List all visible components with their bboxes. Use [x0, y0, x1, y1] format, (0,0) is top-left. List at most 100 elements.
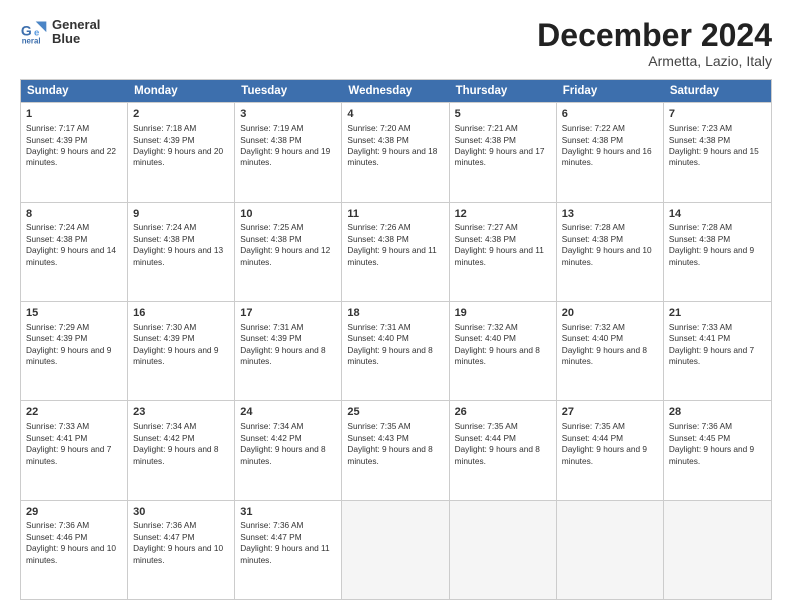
day-number: 9: [133, 207, 229, 222]
calendar-cell: 25Sunrise: 7:35 AMSunset: 4:43 PMDayligh…: [342, 401, 449, 499]
calendar-cell: 22Sunrise: 7:33 AMSunset: 4:41 PMDayligh…: [21, 401, 128, 499]
day-number: 16: [133, 306, 229, 321]
calendar-cell: 1Sunrise: 7:17 AMSunset: 4:39 PMDaylight…: [21, 103, 128, 201]
cell-info: Sunrise: 7:35 AMSunset: 4:44 PMDaylight:…: [562, 421, 647, 465]
cell-info: Sunrise: 7:32 AMSunset: 4:40 PMDaylight:…: [562, 322, 647, 366]
calendar-cell: 7Sunrise: 7:23 AMSunset: 4:38 PMDaylight…: [664, 103, 771, 201]
cell-info: Sunrise: 7:35 AMSunset: 4:44 PMDaylight:…: [455, 421, 540, 465]
cell-info: Sunrise: 7:27 AMSunset: 4:38 PMDaylight:…: [455, 222, 544, 266]
calendar-cell: 16Sunrise: 7:30 AMSunset: 4:39 PMDayligh…: [128, 302, 235, 400]
cell-info: Sunrise: 7:34 AMSunset: 4:42 PMDaylight:…: [240, 421, 325, 465]
day-number: 13: [562, 207, 658, 222]
day-number: 29: [26, 505, 122, 520]
logo-line2: Blue: [52, 32, 100, 46]
day-number: 11: [347, 207, 443, 222]
cell-info: Sunrise: 7:23 AMSunset: 4:38 PMDaylight:…: [669, 123, 759, 167]
day-number: 28: [669, 405, 766, 420]
day-number: 1: [26, 107, 122, 122]
calendar: Sunday Monday Tuesday Wednesday Thursday…: [20, 79, 772, 600]
weekday-thursday: Thursday: [450, 80, 557, 102]
day-number: 5: [455, 107, 551, 122]
day-number: 26: [455, 405, 551, 420]
calendar-cell: 23Sunrise: 7:34 AMSunset: 4:42 PMDayligh…: [128, 401, 235, 499]
day-number: 12: [455, 207, 551, 222]
cell-info: Sunrise: 7:20 AMSunset: 4:38 PMDaylight:…: [347, 123, 437, 167]
calendar-cell: 14Sunrise: 7:28 AMSunset: 4:38 PMDayligh…: [664, 203, 771, 301]
weekday-wednesday: Wednesday: [342, 80, 449, 102]
cell-info: Sunrise: 7:22 AMSunset: 4:38 PMDaylight:…: [562, 123, 652, 167]
calendar-cell: 18Sunrise: 7:31 AMSunset: 4:40 PMDayligh…: [342, 302, 449, 400]
calendar-cell: 20Sunrise: 7:32 AMSunset: 4:40 PMDayligh…: [557, 302, 664, 400]
logo-line1: General: [52, 18, 100, 32]
calendar-cell: 28Sunrise: 7:36 AMSunset: 4:45 PMDayligh…: [664, 401, 771, 499]
calendar-cell: 5Sunrise: 7:21 AMSunset: 4:38 PMDaylight…: [450, 103, 557, 201]
cell-info: Sunrise: 7:18 AMSunset: 4:39 PMDaylight:…: [133, 123, 223, 167]
weekday-friday: Friday: [557, 80, 664, 102]
svg-text:neral: neral: [22, 37, 41, 46]
title-block: December 2024 Armetta, Lazio, Italy: [537, 18, 772, 69]
calendar-subtitle: Armetta, Lazio, Italy: [537, 53, 772, 69]
day-number: 22: [26, 405, 122, 420]
cell-info: Sunrise: 7:31 AMSunset: 4:40 PMDaylight:…: [347, 322, 432, 366]
calendar-cell: 10Sunrise: 7:25 AMSunset: 4:38 PMDayligh…: [235, 203, 342, 301]
calendar-cell: 4Sunrise: 7:20 AMSunset: 4:38 PMDaylight…: [342, 103, 449, 201]
cell-info: Sunrise: 7:35 AMSunset: 4:43 PMDaylight:…: [347, 421, 432, 465]
calendar-cell: [450, 501, 557, 599]
header: G e neral General Blue December 2024 Arm…: [20, 18, 772, 69]
day-number: 20: [562, 306, 658, 321]
day-number: 4: [347, 107, 443, 122]
calendar-cell: 29Sunrise: 7:36 AMSunset: 4:46 PMDayligh…: [21, 501, 128, 599]
page: G e neral General Blue December 2024 Arm…: [0, 0, 792, 612]
cell-info: Sunrise: 7:32 AMSunset: 4:40 PMDaylight:…: [455, 322, 540, 366]
cell-info: Sunrise: 7:33 AMSunset: 4:41 PMDaylight:…: [669, 322, 754, 366]
cell-info: Sunrise: 7:28 AMSunset: 4:38 PMDaylight:…: [562, 222, 652, 266]
calendar-row-3: 15Sunrise: 7:29 AMSunset: 4:39 PMDayligh…: [21, 301, 771, 400]
cell-info: Sunrise: 7:24 AMSunset: 4:38 PMDaylight:…: [133, 222, 223, 266]
day-number: 8: [26, 207, 122, 222]
calendar-row-5: 29Sunrise: 7:36 AMSunset: 4:46 PMDayligh…: [21, 500, 771, 599]
cell-info: Sunrise: 7:26 AMSunset: 4:38 PMDaylight:…: [347, 222, 436, 266]
calendar-cell: 6Sunrise: 7:22 AMSunset: 4:38 PMDaylight…: [557, 103, 664, 201]
calendar-cell: [342, 501, 449, 599]
calendar-cell: 8Sunrise: 7:24 AMSunset: 4:38 PMDaylight…: [21, 203, 128, 301]
day-number: 23: [133, 405, 229, 420]
calendar-body: 1Sunrise: 7:17 AMSunset: 4:39 PMDaylight…: [21, 102, 771, 599]
day-number: 27: [562, 405, 658, 420]
calendar-title: December 2024: [537, 18, 772, 53]
calendar-cell: 17Sunrise: 7:31 AMSunset: 4:39 PMDayligh…: [235, 302, 342, 400]
logo: G e neral General Blue: [20, 18, 100, 47]
day-number: 15: [26, 306, 122, 321]
calendar-cell: 12Sunrise: 7:27 AMSunset: 4:38 PMDayligh…: [450, 203, 557, 301]
logo-icon: G e neral: [20, 18, 48, 46]
weekday-sunday: Sunday: [21, 80, 128, 102]
cell-info: Sunrise: 7:21 AMSunset: 4:38 PMDaylight:…: [455, 123, 545, 167]
day-number: 24: [240, 405, 336, 420]
day-number: 21: [669, 306, 766, 321]
cell-info: Sunrise: 7:33 AMSunset: 4:41 PMDaylight:…: [26, 421, 111, 465]
calendar-cell: 26Sunrise: 7:35 AMSunset: 4:44 PMDayligh…: [450, 401, 557, 499]
calendar-cell: 21Sunrise: 7:33 AMSunset: 4:41 PMDayligh…: [664, 302, 771, 400]
day-number: 14: [669, 207, 766, 222]
cell-info: Sunrise: 7:17 AMSunset: 4:39 PMDaylight:…: [26, 123, 116, 167]
cell-info: Sunrise: 7:36 AMSunset: 4:47 PMDaylight:…: [133, 520, 223, 564]
weekday-saturday: Saturday: [664, 80, 771, 102]
cell-info: Sunrise: 7:25 AMSunset: 4:38 PMDaylight:…: [240, 222, 330, 266]
calendar-row-4: 22Sunrise: 7:33 AMSunset: 4:41 PMDayligh…: [21, 400, 771, 499]
day-number: 25: [347, 405, 443, 420]
calendar-cell: 31Sunrise: 7:36 AMSunset: 4:47 PMDayligh…: [235, 501, 342, 599]
day-number: 18: [347, 306, 443, 321]
day-number: 7: [669, 107, 766, 122]
calendar-cell: 11Sunrise: 7:26 AMSunset: 4:38 PMDayligh…: [342, 203, 449, 301]
day-number: 31: [240, 505, 336, 520]
weekday-monday: Monday: [128, 80, 235, 102]
cell-info: Sunrise: 7:36 AMSunset: 4:47 PMDaylight:…: [240, 520, 329, 564]
calendar-cell: 13Sunrise: 7:28 AMSunset: 4:38 PMDayligh…: [557, 203, 664, 301]
calendar-cell: [557, 501, 664, 599]
calendar-header: Sunday Monday Tuesday Wednesday Thursday…: [21, 80, 771, 102]
day-number: 19: [455, 306, 551, 321]
cell-info: Sunrise: 7:31 AMSunset: 4:39 PMDaylight:…: [240, 322, 325, 366]
calendar-cell: 27Sunrise: 7:35 AMSunset: 4:44 PMDayligh…: [557, 401, 664, 499]
logo-text: General Blue: [52, 18, 100, 47]
day-number: 30: [133, 505, 229, 520]
day-number: 6: [562, 107, 658, 122]
